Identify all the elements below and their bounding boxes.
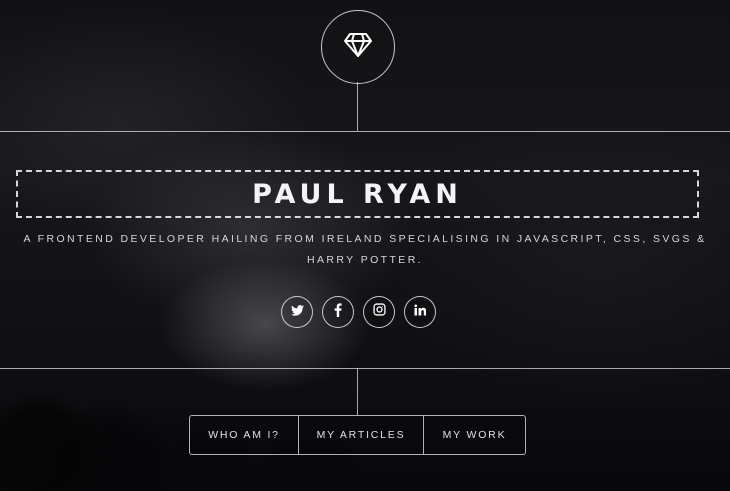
bottom-divider-line [0,368,730,369]
diamond-icon [343,32,373,63]
top-divider-line [0,131,730,132]
facebook-button[interactable] [322,296,354,328]
social-links [281,296,436,328]
nav-who-am-i[interactable]: WHO AM I? [190,416,299,454]
nav-my-work[interactable]: MY WORK [424,416,525,454]
nav-my-articles[interactable]: MY ARTICLES [299,416,424,454]
hero-section: PAUL RYAN A FRONTEND DEVELOPER HAILING F… [0,0,730,491]
tagline: A FRONTEND DEVELOPER HAILING FROM IRELAN… [23,233,707,266]
title-frame: PAUL RYAN [16,170,699,218]
logo-connector-line [357,82,358,131]
logo-badge[interactable] [321,10,395,84]
instagram-button[interactable] [363,296,395,328]
page-title: PAUL RYAN [252,178,463,210]
twitter-icon [290,303,304,321]
linkedin-icon [414,303,427,321]
instagram-icon [372,303,386,321]
main-nav: WHO AM I? MY ARTICLES MY WORK [189,415,526,455]
facebook-icon [334,302,342,322]
nav-connector-line [357,368,358,415]
twitter-button[interactable] [281,296,313,328]
linkedin-button[interactable] [404,296,436,328]
